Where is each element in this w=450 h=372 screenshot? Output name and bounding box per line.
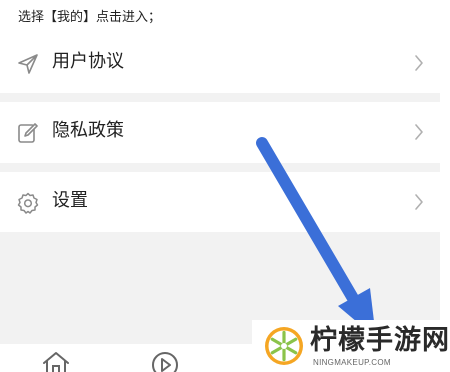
menu-item-label: 隐私政策 [52, 120, 124, 141]
section-divider [0, 93, 440, 102]
watermark-title: 柠檬手游网 [310, 325, 450, 356]
gear-icon [17, 192, 39, 214]
chevron-right-icon [415, 55, 423, 71]
menu-item-label: 设置 [52, 190, 88, 211]
edit-icon [18, 123, 38, 143]
lemon-slice-logo [265, 327, 303, 365]
screen: 选择【我的】点击进入； 用户协议 隐私政策 设置 柠檬手游网 NINGMAKEU… [0, 0, 450, 372]
chevron-right-icon [415, 124, 423, 140]
menu-item-privacy-policy[interactable]: 隐私政策 [0, 102, 440, 162]
chevron-right-icon [415, 194, 423, 210]
instruction-text: 选择【我的】点击进入； [18, 10, 162, 25]
play-circle-icon[interactable] [150, 350, 180, 372]
menu-item-label: 用户协议 [52, 51, 124, 72]
menu-item-settings[interactable]: 设置 [0, 172, 440, 232]
section-divider [0, 163, 440, 172]
menu-item-user-agreement[interactable]: 用户协议 [0, 33, 440, 93]
send-icon [18, 54, 38, 74]
home-icon[interactable] [41, 350, 71, 372]
screen-edge [440, 0, 450, 372]
site-watermark: 柠檬手游网 NINGMAKEUP.COM [252, 320, 450, 372]
watermark-url: NINGMAKEUP.COM [313, 358, 391, 367]
